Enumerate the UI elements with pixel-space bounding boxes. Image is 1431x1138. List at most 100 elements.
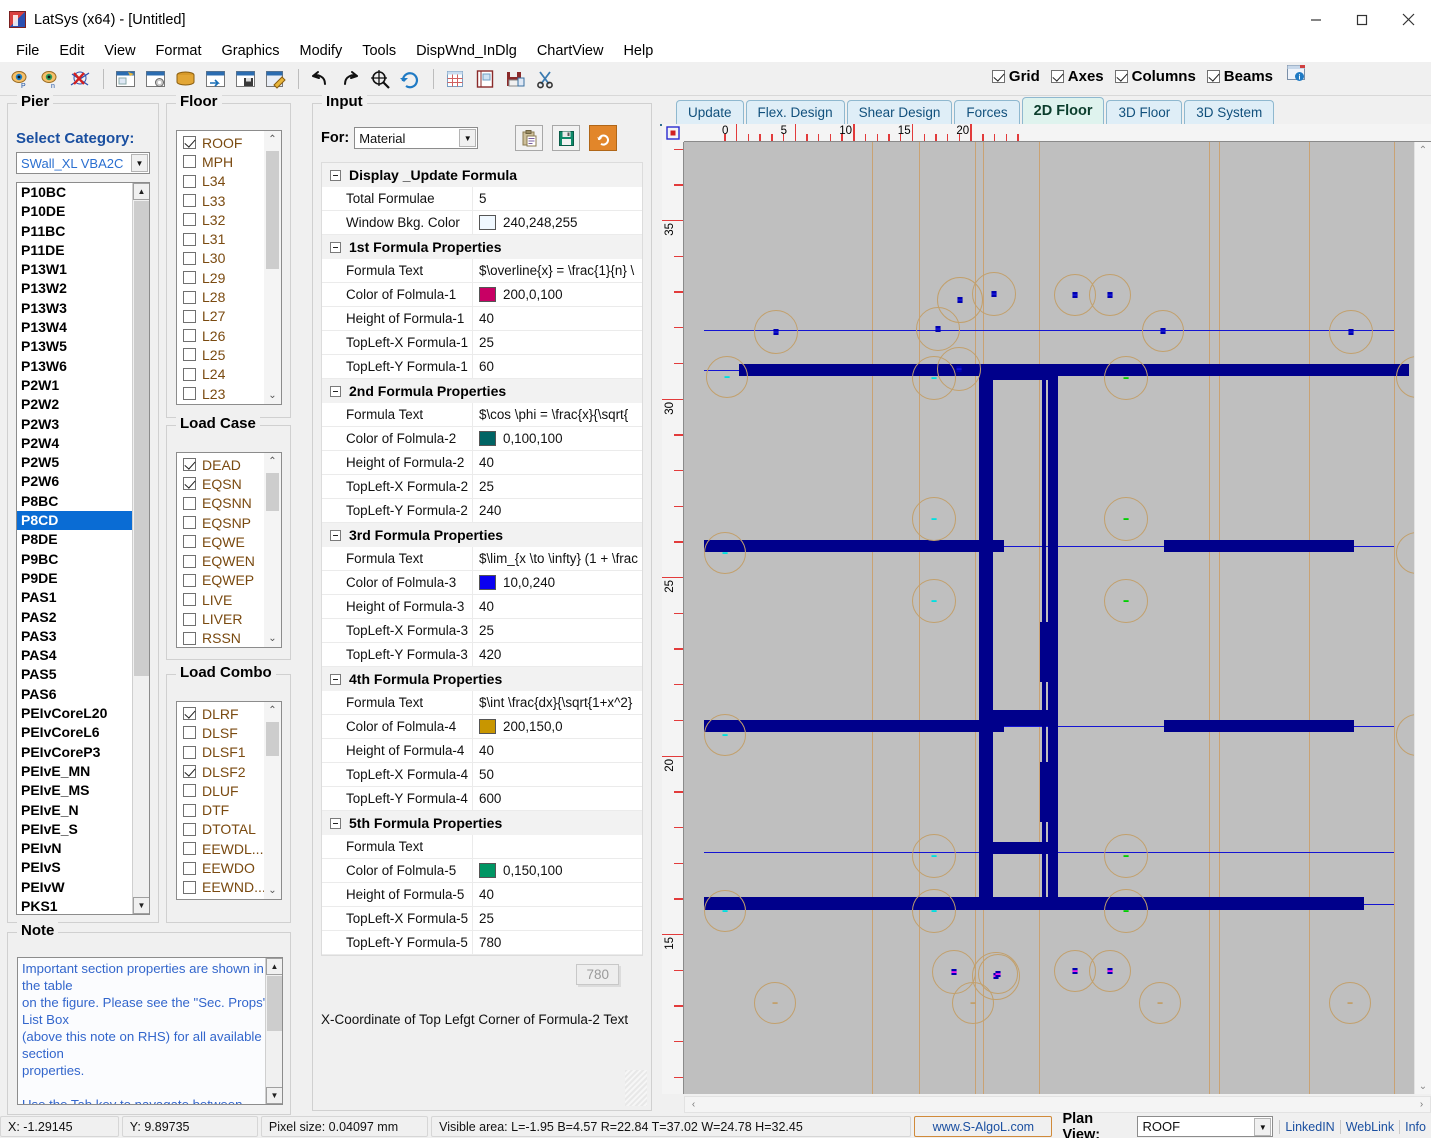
pier-list-item[interactable]: PEIvE_MN	[17, 762, 132, 781]
load-combo-scroll-thumb[interactable]	[266, 722, 279, 756]
import-window-icon[interactable]	[201, 65, 229, 93]
property-row[interactable]: TopLeft-Y Formula-3 420	[322, 642, 642, 667]
property-row[interactable]: Formula Text $\lim_{x \to \infty} (1 + \f…	[322, 546, 642, 571]
pier-list-item[interactable]: P11BC	[17, 222, 132, 241]
property-value[interactable]: $\cos \phi = \frac{x}{\sqrt{	[472, 402, 642, 427]
floor-item[interactable]: L27	[177, 307, 264, 326]
floor-item-checkbox[interactable]	[183, 213, 196, 227]
pier-select-n-icon[interactable]: n	[36, 65, 64, 93]
property-value[interactable]: 240	[472, 498, 642, 523]
horizontal-ruler[interactable]: 0 5 10 15 20	[684, 124, 1431, 142]
floor-item[interactable]: L31	[177, 229, 264, 248]
scroll-down-icon[interactable]: ▼	[133, 897, 149, 914]
property-value[interactable]: 40	[472, 594, 642, 619]
property-category[interactable]: 2nd Formula Properties	[322, 379, 642, 403]
pier-list-item[interactable]: P2W6	[17, 472, 132, 491]
load-case-scrollbar[interactable]: ⌃ ⌄	[264, 453, 281, 647]
property-grid[interactable]: Display _Update Formula Total Formulae 5 Wi…	[321, 162, 643, 956]
load-case-item[interactable]: EQWEN	[177, 551, 264, 570]
property-row[interactable]: Color of Folmula-5 0,150,100	[322, 858, 642, 883]
menu-edit[interactable]: Edit	[49, 41, 94, 61]
menu-format[interactable]: Format	[146, 41, 212, 61]
property-row[interactable]: TopLeft-X Formula-2 25	[322, 474, 642, 499]
load-case-item[interactable]: EQSN	[177, 474, 264, 493]
menu-chartview[interactable]: ChartView	[527, 41, 614, 61]
load-combo-item-checkbox[interactable]	[183, 707, 196, 721]
property-row[interactable]: TopLeft-Y Formula-4 600	[322, 786, 642, 811]
load-combo-item[interactable]: DLSF1	[177, 743, 264, 762]
tab-shear-design[interactable]: Shear Design	[846, 100, 953, 125]
property-category[interactable]: Display _Update Formula	[322, 163, 642, 187]
tab-flex-design[interactable]: Flex. Design	[745, 100, 845, 125]
pier-listbox[interactable]: P10BC P10DE P11BC P11DE P13W1 P13W2 P13W3 P13W4…	[16, 182, 150, 915]
color-swatch[interactable]	[479, 286, 496, 302]
property-row[interactable]: Color of Folmula-4 200,150,0	[322, 714, 642, 739]
load-combo-item-checkbox[interactable]	[183, 880, 196, 894]
pier-list-item[interactable]: P13W3	[17, 299, 132, 318]
floor-item[interactable]: L29	[177, 268, 264, 287]
scroll-up-icon[interactable]: ▲	[266, 958, 282, 975]
floor-item-checkbox[interactable]	[183, 329, 196, 343]
floor-item[interactable]: L32	[177, 210, 264, 229]
pier-scroll-thumb[interactable]	[134, 201, 149, 676]
load-case-item-checkbox[interactable]	[183, 631, 196, 645]
load-combo-item[interactable]: DLSF2	[177, 762, 264, 781]
resize-grip[interactable]	[625, 1070, 647, 1106]
tab-3d-floor[interactable]: 3D Floor	[1106, 100, 1183, 125]
load-combo-item-checkbox[interactable]	[183, 861, 196, 875]
property-value[interactable]: 40	[472, 450, 642, 475]
note-scrollbar[interactable]: ▲ ▼	[265, 958, 282, 1104]
property-row[interactable]: TopLeft-X Formula-3 25	[322, 618, 642, 643]
vertical-ruler[interactable]: 35 30 25 20 15	[662, 142, 684, 1094]
scroll-up-icon[interactable]: ▲	[133, 183, 149, 200]
floor-item-checkbox[interactable]	[183, 251, 196, 265]
load-combo-item[interactable]: EEWDO	[177, 858, 264, 877]
floor-item[interactable]: L30	[177, 249, 264, 268]
window-info-icon[interactable]: i	[1286, 64, 1306, 88]
property-value[interactable]: 60	[472, 354, 642, 379]
pier-list-item[interactable]: P10BC	[17, 183, 132, 202]
beams-checkbox[interactable]: Beams	[1206, 68, 1273, 85]
load-case-item[interactable]: EQSNP	[177, 513, 264, 532]
origin-target-icon[interactable]	[662, 124, 684, 142]
load-case-item[interactable]: RSSN	[177, 629, 264, 647]
load-case-item-checkbox[interactable]	[183, 554, 196, 568]
plan-view-dropdown[interactable]: ROOF ▼	[1137, 1116, 1274, 1137]
note-scroll-thumb[interactable]	[267, 976, 282, 1031]
pier-list-item[interactable]: P9BC	[17, 550, 132, 569]
columns-checkbox-box[interactable]	[1114, 69, 1128, 83]
pier-list-item[interactable]: P8BC	[17, 492, 132, 511]
pier-list-item[interactable]: PEIvCoreP3	[17, 743, 132, 762]
pier-list-item[interactable]: PAS5	[17, 665, 132, 684]
floor-item-checkbox[interactable]	[183, 387, 196, 400]
undo-icon[interactable]	[306, 65, 334, 93]
tab-forces[interactable]: Forces	[954, 100, 1020, 125]
collapse-icon[interactable]	[330, 817, 341, 829]
load-combo-item[interactable]: EEWDL...	[177, 839, 264, 858]
property-value[interactable]: 40	[472, 306, 642, 331]
color-swatch[interactable]	[479, 214, 496, 230]
load-case-item[interactable]: EQWE	[177, 532, 264, 551]
floor-item-checkbox[interactable]	[183, 309, 196, 323]
property-row[interactable]: TopLeft-Y Formula-5 780	[322, 930, 642, 955]
property-row[interactable]: Height of Formula-4 40	[322, 738, 642, 763]
info-link[interactable]: Info	[1399, 1119, 1431, 1134]
edit-report-icon[interactable]	[261, 65, 289, 93]
pier-list-item[interactable]: P13W1	[17, 260, 132, 279]
scroll-down-icon[interactable]: ⌄	[1415, 1078, 1431, 1094]
property-row[interactable]: Formula Text $\int \frac{dx}{\sqrt{1+x^2}	[322, 690, 642, 715]
pier-list-item[interactable]: PEIvE_MS	[17, 781, 132, 800]
pier-list-item[interactable]: P13W5	[17, 337, 132, 356]
floor-scroll-thumb[interactable]	[266, 151, 279, 269]
scroll-down-icon[interactable]: ⌄	[264, 387, 281, 404]
delete-link-icon[interactable]	[66, 65, 94, 93]
close-button[interactable]	[1385, 0, 1431, 39]
property-row[interactable]: Window Bkg. Color 240,248,255	[322, 210, 642, 235]
load-combo-item-checkbox[interactable]	[183, 784, 196, 798]
refresh-icon[interactable]	[396, 65, 424, 93]
property-value[interactable]	[472, 834, 642, 859]
pier-list-item[interactable]: PAS3	[17, 627, 132, 646]
axes-checkbox-box[interactable]	[1050, 69, 1064, 83]
property-value[interactable]: 0,100,100	[472, 426, 642, 451]
menu-view[interactable]: View	[94, 41, 145, 61]
